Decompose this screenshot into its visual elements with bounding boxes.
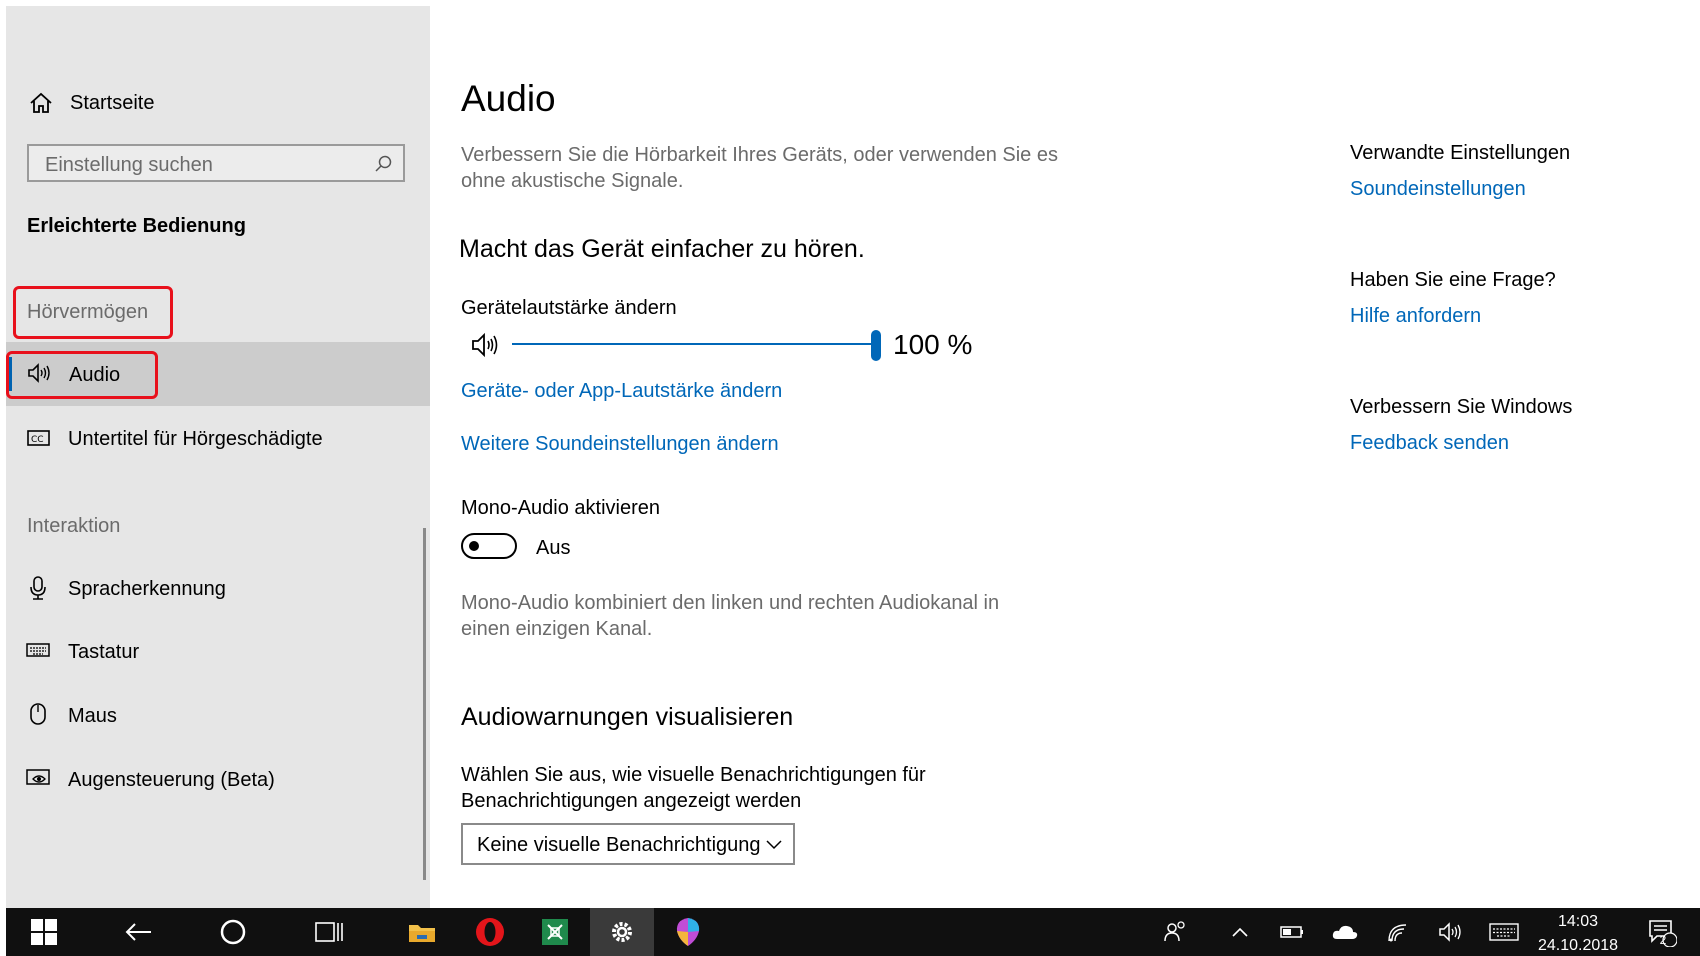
closed-captions-icon: CC	[26, 427, 52, 454]
chevron-down-icon	[765, 837, 783, 856]
question-heading: Haben Sie eine Frage?	[1350, 269, 1556, 291]
back-arrow-icon[interactable]	[114, 908, 162, 956]
speaker-icon	[26, 361, 52, 390]
search-icon[interactable]	[373, 154, 393, 179]
sidebar-item-eye-control[interactable]: Augensteuerung (Beta)	[68, 769, 275, 792]
link-more-sound-settings[interactable]: Weitere Soundeinstellungen ändern	[461, 433, 779, 456]
improve-heading: Verbessern Sie Windows	[1350, 396, 1573, 418]
dropdown-selected-value: Keine visuelle Benachrichtigung	[477, 834, 761, 856]
sidebar-item-mouse[interactable]: Maus	[68, 705, 117, 728]
mono-description-line-1: Mono-Audio kombiniert den linken und rec…	[461, 592, 1000, 614]
clock-time[interactable]: 14:03	[1558, 913, 1598, 931]
file-explorer-icon[interactable]	[398, 908, 446, 956]
link-get-help[interactable]: Hilfe anfordern	[1350, 305, 1481, 328]
page-description-line-1: Verbessern Sie die Hörbarkeit Ihres Gerä…	[461, 144, 1058, 166]
link-feedback[interactable]: Feedback senden	[1350, 432, 1509, 455]
cortana-icon[interactable]	[209, 908, 257, 956]
keyboard-icon	[26, 641, 50, 664]
page-description-line-2: ohne akustische Signale.	[461, 170, 684, 192]
visual-notification-dropdown[interactable]: Keine visuelle Benachrichtigung	[461, 823, 795, 865]
mono-audio-state: Aus	[536, 537, 571, 559]
volume-value: 100 %	[893, 329, 973, 360]
svg-text:CC: CC	[31, 435, 44, 445]
sidebar-scrollbar[interactable]	[423, 528, 426, 880]
volume-label: Gerätelautstärke ändern	[461, 297, 677, 319]
link-sound-settings[interactable]: Soundeinstellungen	[1350, 178, 1526, 201]
sidebar-section-title: Erleichterte Bedienung	[27, 215, 246, 237]
mouse-icon	[29, 702, 47, 731]
sidebar-item-home[interactable]: Startseite	[70, 92, 154, 115]
mono-audio-toggle[interactable]	[461, 533, 517, 559]
chevron-up-icon[interactable]	[1216, 908, 1264, 956]
microphone-icon	[27, 575, 49, 606]
settings-gear-icon[interactable]	[590, 908, 654, 956]
search-input[interactable]	[43, 151, 367, 179]
sidebar-category-interaction: Interaktion	[27, 515, 121, 537]
people-icon[interactable]	[1152, 908, 1200, 956]
visual-prompt-line-1: Wählen Sie aus, wie visuelle Benachricht…	[461, 764, 926, 786]
volume-speaker-icon[interactable]	[470, 331, 502, 364]
sidebar-item-speech[interactable]: Spracherkennung	[68, 578, 226, 601]
visual-prompt-line-2: Benachrichtigungen angezeigt werden	[461, 790, 802, 812]
section-heading-visual: Audiowarnungen visualisieren	[461, 703, 794, 731]
sidebar-item-keyboard[interactable]: Tastatur	[68, 641, 139, 664]
onedrive-icon[interactable]	[1321, 908, 1369, 956]
search-field[interactable]	[27, 144, 405, 182]
page-title: Audio	[461, 78, 556, 119]
related-heading: Verwandte Einstellungen	[1350, 142, 1571, 164]
start-button[interactable]	[20, 908, 68, 956]
task-view-icon[interactable]	[305, 908, 353, 956]
battery-icon[interactable]	[1268, 908, 1316, 956]
sidebar-category-hearing: Hörvermögen	[27, 301, 149, 323]
toggle-knob	[469, 541, 479, 551]
touch-keyboard-icon[interactable]	[1480, 908, 1528, 956]
volume-tray-icon[interactable]	[1426, 908, 1474, 956]
sidebar-item-audio-label: Audio	[69, 364, 121, 386]
mono-description-line-2: einen einzigen Kanal.	[461, 618, 653, 640]
paint-3d-icon[interactable]	[664, 908, 712, 956]
opera-icon[interactable]	[466, 908, 514, 956]
action-center-icon[interactable]	[1638, 908, 1686, 956]
eye-control-icon	[26, 767, 52, 794]
clock-date[interactable]: 24.10.2018	[1538, 937, 1618, 955]
app-green-icon[interactable]	[531, 908, 579, 956]
wifi-icon[interactable]	[1374, 908, 1422, 956]
sidebar-item-captions[interactable]: Untertitel für Hörgeschädigte	[68, 428, 323, 451]
link-app-volume[interactable]: Geräte- oder App-Lautstärke ändern	[461, 380, 782, 403]
volume-slider-thumb[interactable]	[871, 330, 881, 361]
volume-slider-track[interactable]	[512, 343, 876, 345]
section-heading-hear: Macht das Gerät einfacher zu hören.	[459, 235, 865, 263]
notification-count: 2	[1659, 933, 1667, 947]
home-icon	[28, 90, 54, 116]
mono-audio-label: Mono-Audio aktivieren	[461, 497, 660, 519]
